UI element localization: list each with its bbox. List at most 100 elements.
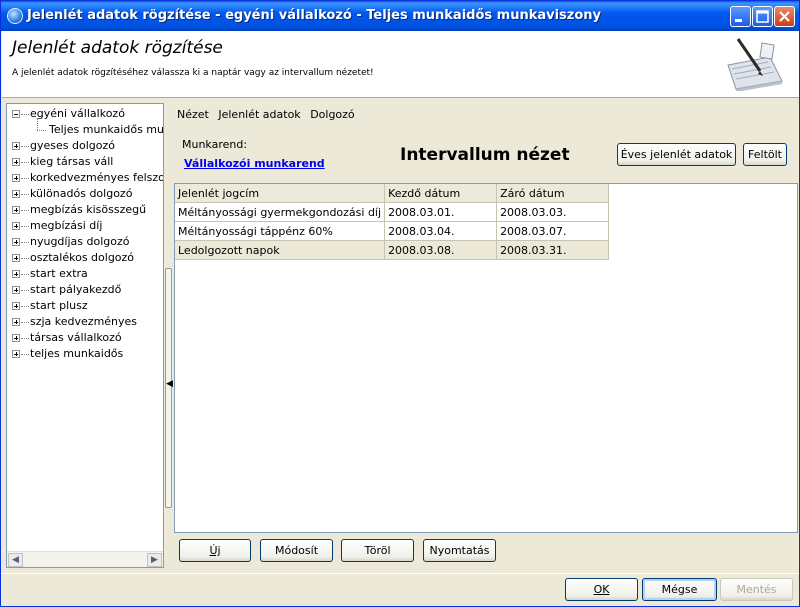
expand-icon[interactable] [12,334,20,342]
table-cell: Méltányossági táppénz 60% [175,221,386,241]
column-header-kezdo[interactable]: Kezdő dátum [384,184,498,203]
tree-connector [21,306,29,307]
expand-icon[interactable] [12,302,20,310]
tree-connector [21,242,29,243]
tree-connector [21,114,29,115]
table-row[interactable]: Méltányossági gyermekgondozási díj 2008.0… [175,202,610,222]
table-cell: Ledolgozott napok [175,240,386,260]
table-cell: 2008.03.04. [384,221,498,241]
tree-item-label: start extra [30,267,88,280]
expand-icon[interactable] [12,350,20,358]
page-title: Jelenlét adatok rögzítése [12,38,223,58]
chevron-left-icon: ◀ [166,379,173,389]
tree-connector [21,194,29,195]
tree-connector [21,322,29,323]
tree-item-label: szja kedvezményes [30,315,138,328]
tree-connector [21,274,29,275]
expand-icon[interactable] [12,270,20,278]
expand-icon[interactable] [12,174,20,182]
tree-connector [21,178,29,179]
expand-icon[interactable] [12,190,20,198]
scroll-left-icon[interactable]: ◀ [8,553,23,567]
page-description: A jelenlét adatok rögzítéséhez válassza … [12,68,374,78]
expand-icon[interactable] [12,206,20,214]
tree-item-label: megbízás kisösszegű [30,203,147,216]
table-cell: 2008.03.01. [384,202,498,222]
torol-button[interactable]: Töröl [341,539,414,562]
feltolt-button[interactable]: Feltölt [743,143,787,166]
maximize-button[interactable] [752,6,773,27]
tree-connector [21,210,29,211]
window-title: Jelenlét adatok rögzítése - egyéni válla… [27,8,602,23]
table-cell: 2008.03.08. [384,240,498,260]
maximize-icon [756,10,769,23]
table-header-row: Jelenlét jogcím Kezdő dátum Záró dátum [175,184,610,203]
splitter-grip[interactable]: ◀ [165,268,173,508]
tree-item-label: start plusz [30,299,88,312]
minimize-button[interactable] [730,6,751,27]
panel-splitter[interactable]: ◀ [165,103,173,568]
menu-item-jelenlet-adatok[interactable]: Jelenlét adatok [218,108,300,121]
munkarend-label: Munkarend: [182,138,248,151]
expand-icon[interactable] [12,222,20,230]
megse-button[interactable]: Mégse [642,578,717,601]
mentes-button[interactable]: Mentés [720,578,793,601]
title-bar[interactable]: Jelenlét adatok rögzítése - egyéni válla… [1,1,799,31]
tree-connector [21,162,29,163]
expand-icon[interactable] [12,254,20,262]
tree-item-label: egyéni vállalkozó [30,107,125,120]
menu-bar: Nézet Jelenlét adatok Dolgozó [176,107,360,123]
scroll-right-icon[interactable]: ▶ [147,553,162,567]
collapse-icon[interactable] [12,110,20,118]
expand-icon[interactable] [12,158,20,166]
nyomtatas-button[interactable]: Nyomtatás [423,539,496,562]
application-window: Jelenlét adatok rögzítése - egyéni válla… [0,0,800,607]
expand-icon[interactable] [12,238,20,246]
header-panel: Jelenlét adatok rögzítése A jelenlét ada… [2,31,799,98]
ok-button[interactable]: OK [565,578,638,601]
tree-item-label: Teljes munkaidős munkaviszony [49,123,164,136]
tree-connector [37,118,38,130]
table-cell: 2008.03.31. [496,240,610,260]
expand-icon[interactable] [12,286,20,294]
tree-item-label: korkedvezményes felszolgáló [30,171,163,184]
modosit-button[interactable]: Módosít [260,539,333,562]
tree-horizontal-scrollbar[interactable]: ◀ ▶ [7,551,163,567]
expand-icon[interactable] [12,318,20,326]
column-header-jogcim[interactable]: Jelenlét jogcím [175,184,386,203]
munkarend-link[interactable]: Vállalkozói munkarend [184,157,325,170]
table-cell: 2008.03.07. [496,221,610,241]
eves-jelenlet-button[interactable]: Éves jelenlét adatok [617,143,736,166]
close-icon [779,11,790,22]
tree-connector [37,130,46,131]
column-header-zaro[interactable]: Záró dátum [496,184,610,203]
tree-item-label: teljes munkaidős [30,347,124,360]
tree-connector [21,226,29,227]
menu-item-dolgozo[interactable]: Dolgozó [310,108,354,121]
table-row[interactable]: Méltányossági táppénz 60% 2008.03.04. 2008… [175,221,610,241]
tree-item-label: start pályakezdő [30,283,122,296]
uj-button-label: Új [209,544,221,557]
tree-connector [21,258,29,259]
tree-connector [21,354,29,355]
tree-item-label: osztalékos dolgozó [30,251,135,264]
tree-item-label: megbízási díj [30,219,103,232]
menu-item-nezet[interactable]: Nézet [177,108,209,121]
table-row[interactable]: Ledolgozott napok 2008.03.08. 2008.03.31. [175,240,610,260]
interval-grid[interactable]: Jelenlét jogcím Kezdő dátum Záró dátum M… [174,183,798,533]
tree-connector [21,290,29,291]
table-cell: 2008.03.03. [496,202,610,222]
table-cell: Méltányossági gyermekgondozási díj [175,202,386,222]
app-icon [7,8,23,24]
tree-item-label: kieg társas váll [30,155,114,168]
ok-button-label: OK [593,583,610,596]
tree-connector [21,338,29,339]
expand-icon[interactable] [12,142,20,150]
tree-item-label: gyeses dolgozó [30,139,115,152]
close-button[interactable] [774,6,795,27]
tree-item-label: különadós dolgozó [30,187,133,200]
interval-table: Jelenlét jogcím Kezdő dátum Záró dátum M… [175,184,610,260]
employee-type-tree[interactable]: egyéni vállalkozó Teljes munkaidős munka… [6,103,164,568]
uj-button[interactable]: Új [179,539,251,562]
tree-item-label: társas vállalkozó [30,331,122,344]
